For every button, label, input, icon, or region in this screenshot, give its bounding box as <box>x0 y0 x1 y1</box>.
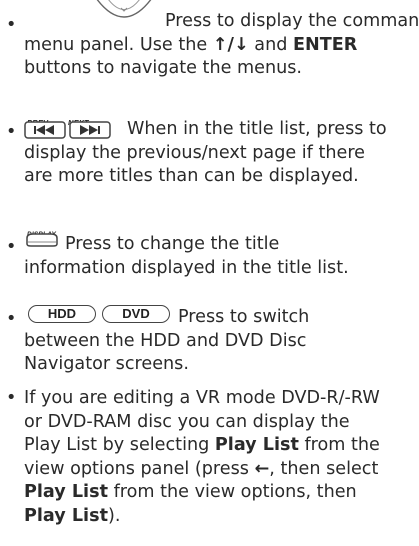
text-segment: are more titles than can be displayed. <box>24 166 359 186</box>
text-segment: information displayed in the title list. <box>24 257 349 278</box>
item-text: Press to change the title information di… <box>24 233 416 280</box>
text-segment: , then select <box>269 458 379 479</box>
text-line: display the previous/next page if there <box>24 142 416 166</box>
bold-text: ENTER <box>293 34 358 55</box>
text-line: Play List from the view options, then <box>24 481 416 505</box>
text-segment: from the view options, then <box>107 482 357 502</box>
text-segment: If you are editing a VR mode DVD-R/-RW <box>24 388 380 408</box>
text-segment: buttons to navigate the menus. <box>24 58 303 78</box>
text-line: Press to change the title <box>24 233 416 257</box>
text-line: Play List by selecting Play List from th… <box>24 434 416 458</box>
text-segment: Navigator screens. <box>24 354 189 374</box>
bullet: • <box>6 15 17 35</box>
text-segment: and <box>248 34 293 55</box>
text-segment: ). <box>107 505 121 526</box>
bullet: • <box>6 122 17 142</box>
text-line: Press to switch <box>24 306 416 330</box>
text-segment: or DVD-RAM disc you can display the <box>24 411 350 432</box>
text-line: information displayed in the title list. <box>24 257 416 281</box>
item-text: When in the title list, press to display… <box>24 118 416 189</box>
bold-text: ← <box>254 458 270 479</box>
item-text: Press to switch between the HDD and DVD … <box>24 306 416 377</box>
text-segment: display the previous/next page if there <box>24 142 365 163</box>
text-segment: from the <box>298 435 380 455</box>
bold-text: Play List <box>24 482 108 502</box>
text-line: Navigator screens. <box>24 353 416 377</box>
text-segment: Press to change the title <box>65 234 280 254</box>
text-segment: view options panel (press <box>24 458 255 479</box>
text-segment: When in the title list, press to <box>127 119 387 139</box>
text-line: between the HDD and DVD Disc <box>24 330 416 354</box>
text-line: Play List). <box>24 505 416 529</box>
item-text: If you are editing a VR mode DVD-R/-RW o… <box>24 387 416 528</box>
text-segment: between the HDD and DVD Disc <box>24 330 307 351</box>
text-line: buttons to navigate the menus. <box>24 57 416 81</box>
bold-text: Play List <box>214 435 299 455</box>
text-segment: menu panel. Use the <box>24 34 213 55</box>
text-line: or DVD-RAM disc you can display the <box>24 411 416 435</box>
text-segment: Play List by selecting <box>24 435 215 455</box>
text-line: When in the title list, press to <box>24 118 416 142</box>
bold-text: ↑/↓ <box>212 34 249 55</box>
text-segment: Press to switch <box>178 307 310 327</box>
text-line: menu panel. Use the ↑/↓ and ENTER <box>24 34 416 58</box>
bullet: • <box>6 237 17 257</box>
bullet: • <box>6 388 17 408</box>
bold-text: Play List <box>24 505 108 526</box>
text-line: view options panel (press ←, then select <box>24 458 416 482</box>
text-line: Press to display the command <box>24 10 419 34</box>
text-line: are more titles than can be displayed. <box>24 165 416 189</box>
text-line: If you are editing a VR mode DVD-R/-RW <box>24 387 416 411</box>
manual-page: • Press to display the command menu pane… <box>0 0 419 546</box>
item-text: Press to display the command menu panel.… <box>24 10 419 81</box>
text-segment: Press to display the command <box>165 11 419 31</box>
bullet: • <box>6 309 17 329</box>
